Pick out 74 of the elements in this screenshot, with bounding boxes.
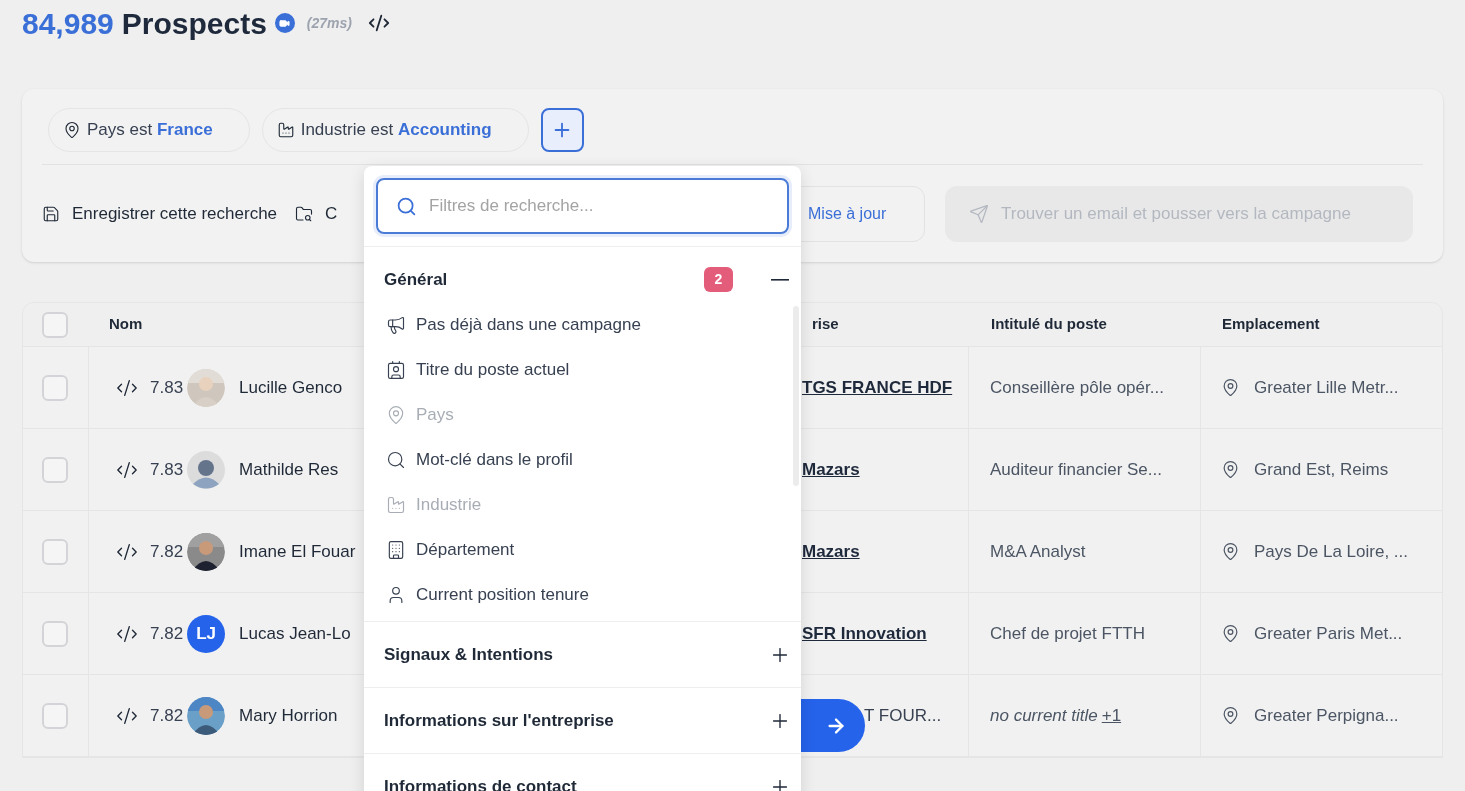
checkbox[interactable]: [42, 538, 68, 565]
job-title: Auditeur financier Se...: [990, 458, 1162, 481]
add-filter-button[interactable]: [540, 108, 584, 152]
column-header[interactable]: Intitulé du poste: [969, 313, 1201, 336]
search-icon: [386, 449, 406, 470]
section-header[interactable]: Signaux & Intentions: [364, 622, 801, 687]
factory-icon: [386, 494, 406, 515]
job-title: no current title: [990, 704, 1098, 727]
column-header[interactable]: Emplacement: [1201, 313, 1434, 336]
page-title: Prospects: [121, 5, 267, 42]
filter-option[interactable]: Titre du poste actuel: [364, 347, 801, 392]
prospect-name[interactable]: Mathilde Res: [239, 456, 339, 483]
avatar-icon: [187, 450, 226, 489]
location: Grand Est, Reims: [1254, 458, 1389, 481]
avatar: LJ: [187, 614, 226, 653]
company-name: T FOUR...: [864, 704, 942, 727]
id-card-icon: [386, 359, 406, 380]
company-link[interactable]: Mazars: [802, 456, 860, 483]
column-header[interactable]: Nom: [89, 313, 365, 336]
checkbox[interactable]: [42, 374, 68, 401]
building-icon: [386, 539, 406, 560]
filter-option[interactable]: Mot-clé dans le profil: [364, 437, 801, 482]
more-titles-link[interactable]: +1: [1101, 702, 1122, 729]
filter-label: Pays est France: [87, 119, 213, 142]
section-header[interactable]: Informations sur l'entreprise: [364, 688, 801, 753]
pin-icon: [1221, 624, 1240, 643]
job-title: M&A Analyst: [990, 540, 1086, 563]
pin-icon: [1221, 706, 1240, 725]
search-input[interactable]: Filtres de recherche...: [429, 193, 759, 219]
score: 7.82: [150, 704, 184, 727]
prospect-name[interactable]: Lucille Genco: [239, 374, 343, 401]
save-search-button[interactable]: Enregistrer cette recherche: [42, 201, 278, 227]
filter-option[interactable]: Département: [364, 527, 801, 572]
job-title: Conseillère pôle opér...: [990, 376, 1164, 399]
column-header[interactable]: rise: [802, 313, 969, 336]
video-icon[interactable]: [274, 13, 295, 33]
folder-search-icon: [295, 205, 314, 223]
checkbox[interactable]: [42, 311, 68, 338]
pin-icon: [1221, 542, 1240, 561]
score: 7.83: [150, 376, 184, 399]
job-title: Chef de projet FTTH: [990, 622, 1145, 645]
floppy-icon: [42, 205, 60, 223]
checkbox[interactable]: [42, 456, 68, 483]
factory-icon: [276, 121, 295, 139]
location: Greater Paris Met...: [1254, 622, 1403, 645]
company-link[interactable]: TGS FRANCE HDF: [802, 374, 953, 401]
pin-icon: [386, 404, 406, 425]
prospect-name[interactable]: Lucas Jean-Lo: [239, 620, 351, 647]
count-badge: 2: [704, 267, 733, 292]
second-action-button[interactable]: C: [295, 201, 338, 227]
filter-label: Industrie est Accounting: [300, 119, 492, 142]
checkbox[interactable]: [42, 620, 68, 647]
location: Greater Lille Metr...: [1254, 376, 1399, 399]
checkbox[interactable]: [42, 702, 68, 729]
location: Greater Perpigna...: [1254, 704, 1399, 727]
pin-icon: [1221, 460, 1240, 479]
code-icon[interactable]: [368, 12, 390, 34]
prospect-count: 84,989: [22, 5, 114, 42]
location: Pays De La Loire, ...: [1254, 540, 1409, 563]
score: 7.83: [150, 458, 184, 481]
filter-option[interactable]: Current position tenure: [364, 572, 801, 617]
megaphone-icon: [386, 314, 406, 335]
search-field[interactable]: Filtres de recherche...: [376, 178, 789, 234]
query-time: (27ms): [306, 13, 352, 33]
send-icon: [969, 204, 989, 224]
prospect-name[interactable]: Mary Horrion: [239, 702, 338, 729]
pin-icon: [63, 121, 81, 139]
prospect-name[interactable]: Imane El Fouar: [239, 538, 356, 565]
company-link[interactable]: Mazars: [802, 538, 860, 565]
company-link[interactable]: SFR Innovation: [802, 620, 927, 647]
score: 7.82: [150, 622, 184, 645]
search-icon: [396, 195, 417, 217]
pin-icon: [1221, 378, 1240, 397]
score: 7.82: [150, 540, 184, 563]
